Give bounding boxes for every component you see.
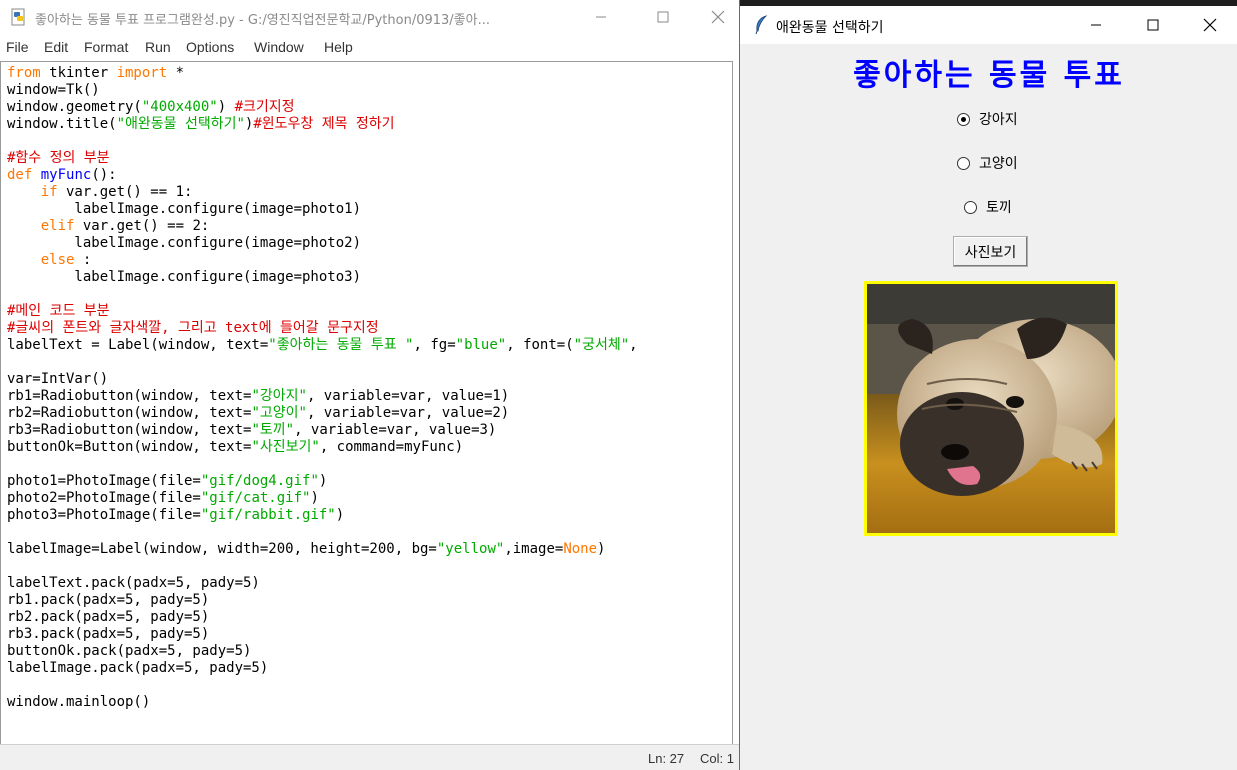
tk-close-button[interactable] [1187,6,1233,44]
code-line: ​ [7,456,638,473]
code-line: labelImage.configure(image=photo3) [7,269,362,285]
maximize-icon [657,11,669,23]
code-line: #함수 정의 부분 [7,150,110,166]
code-line: labelText = Label(window, text="좋아하는 동물 … [7,337,638,353]
menu-run[interactable]: Run [145,39,171,55]
code-line: else : [40,252,92,268]
menu-help[interactable]: Help [324,39,353,55]
maximize-icon [1147,19,1159,31]
code-line: window.mainloop() [7,694,151,710]
code-line: elif var.get() == 2: [40,218,210,234]
code-line: from tkinter import * [7,65,185,81]
code-line: labelImage.configure(image=photo2) [7,235,362,251]
menu-bar: File Edit Format Run Options Window Help [0,36,739,60]
idle-title-bar[interactable]: 좋아하는 동물 투표 프로그램완성.py - G:/영진직업전문학교/Pytho… [0,0,739,34]
maximize-button[interactable] [640,0,686,34]
close-button[interactable] [695,0,741,34]
code-line: rb1.pack(padx=5, pady=5) [7,592,210,608]
code-line: var=IntVar() [7,371,109,387]
code-line: photo2=PhotoImage(file="gif/cat.gif") [7,490,319,506]
radio-label-dog: 강아지 [979,112,1018,128]
code-line: ​ [7,558,638,575]
tk-title-bar[interactable]: 애완동물 선택하기 [740,6,1237,44]
code-line: buttonOk=Button(window, text="사진보기", com… [7,439,464,455]
code-line: rb1=Radiobutton(window, text="강아지", vari… [7,388,510,404]
status-bar: Ln: 27 Col: 1 [0,744,739,770]
code-line: def myFunc(): [7,167,117,183]
python-file-icon [10,8,28,26]
vote-heading: 좋아하는 동물 투표 [853,58,1125,93]
tk-maximize-button[interactable] [1130,6,1176,44]
line-number: Ln: 27 [648,751,685,766]
radio-indicator[interactable] [957,156,970,170]
tk-app-window: 애완동물 선택하기 좋아하는 동물 투표 강아지 고양이 토끼 사진보기 [739,0,1237,770]
code-editor[interactable]: from tkinter import * window=Tk() window.g… [0,61,733,744]
code-line: ​ [7,354,638,371]
close-icon [711,10,725,24]
code-line: rb3=Radiobutton(window, text="토끼", varia… [7,422,497,438]
minimize-icon [1091,24,1101,26]
code-line: window=Tk() [7,82,100,98]
code-line: photo1=PhotoImage(file="gif/dog4.gif") [7,473,328,489]
menu-window[interactable]: Window [254,39,304,55]
code-line: ​ [7,677,638,694]
code-line: labelText.pack(padx=5, pady=5) [7,575,260,591]
code-line: labelImage=Label(window, width=200, heig… [7,541,606,557]
minimize-icon [596,16,606,18]
show-photo-button[interactable]: 사진보기 [953,236,1028,267]
code-line: window.geometry("400x400") #크기지정 [7,99,295,115]
code-line: buttonOk.pack(padx=5, pady=5) [7,643,252,659]
column-number: Col: 1 [700,751,734,766]
code-line: rb2=Radiobutton(window, text="고양이", vari… [7,405,510,421]
menu-file[interactable]: File [6,39,29,55]
minimize-button[interactable] [578,0,624,34]
menu-edit[interactable]: Edit [44,39,68,55]
radio-label-cat: 고양이 [979,156,1018,172]
code-text: from tkinter import * window=Tk() window.g… [7,65,638,711]
feather-icon [754,15,768,35]
menu-options[interactable]: Options [186,39,234,55]
close-icon [1203,18,1217,32]
tk-window-title: 애완동물 선택하기 [776,20,884,36]
code-line: window.title("애완동물 선택하기")#윈도우창 제목 정하기 [7,116,395,132]
pug-photo [867,284,1115,533]
code-line: photo3=PhotoImage(file="gif/rabbit.gif") [7,507,345,523]
radio-rabbit[interactable]: 토끼 [964,196,1012,218]
code-line: labelImage.configure(image=photo1) [7,201,362,217]
code-line: ​ [7,524,638,541]
code-line: #메인 코드 부분 [7,303,110,319]
code-line: ​ [7,286,638,303]
code-line: ​ [7,133,638,150]
code-line: rb2.pack(padx=5, pady=5) [7,609,210,625]
window-title: 좋아하는 동물 투표 프로그램완성.py - G:/영진직업전문학교/Pytho… [35,13,490,28]
radio-indicator[interactable] [957,112,970,126]
radio-indicator[interactable] [964,200,977,214]
radio-cat[interactable]: 고양이 [957,152,1018,174]
tk-minimize-button[interactable] [1073,6,1119,44]
radio-label-rabbit: 토끼 [986,200,1012,216]
menu-format[interactable]: Format [84,39,128,55]
image-label [864,281,1118,536]
code-line: #글씨의 폰트와 글자색깔, 그리고 text에 들어갈 문구지정 [7,320,379,336]
idle-editor-window: 좋아하는 동물 투표 프로그램완성.py - G:/영진직업전문학교/Pytho… [0,0,739,770]
code-line: labelImage.pack(padx=5, pady=5) [7,660,269,676]
radio-dog[interactable]: 강아지 [957,108,1018,130]
code-line: rb3.pack(padx=5, pady=5) [7,626,210,642]
code-line: if var.get() == 1: [40,184,193,200]
